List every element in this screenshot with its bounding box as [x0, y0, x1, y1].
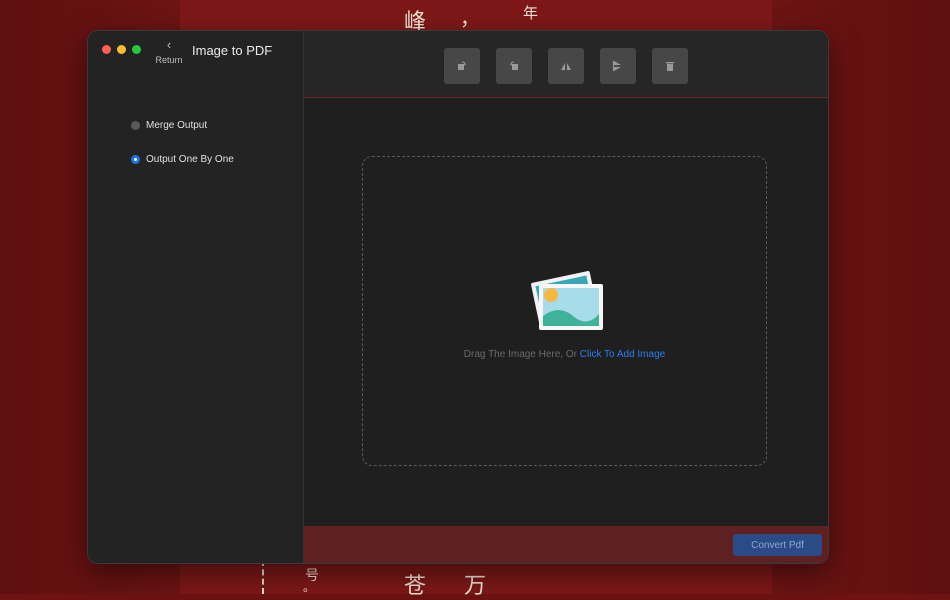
wallpaper-dotted-line: [262, 560, 264, 594]
rotate-right-icon: [510, 61, 518, 70]
window-controls: [102, 45, 141, 54]
wallpaper-char: 苍: [404, 574, 427, 599]
wallpaper-char: 万: [464, 574, 487, 599]
radio-button-merge-output[interactable]: [131, 121, 140, 130]
radio-button-output-one-by-one[interactable]: [131, 155, 140, 164]
app-window: ‹ Return Image to PDF Merge Output Outpu…: [88, 31, 828, 563]
rotate-left-icon: [458, 61, 466, 70]
main-content: Drag The Image Here, Or Click To Add Ima…: [304, 98, 828, 526]
rotate-right-button[interactable]: [496, 48, 532, 84]
output-one-by-one-label: Output One By One: [146, 154, 234, 165]
sidebar: ‹ Return Image to PDF Merge Output Outpu…: [88, 31, 304, 563]
close-window-button[interactable]: [102, 45, 111, 54]
flip-vertical-button[interactable]: [548, 48, 584, 84]
footer-bar: Convert Pdf: [304, 526, 828, 563]
wallpaper-char: ，: [460, 6, 480, 30]
flip-horizontal-button[interactable]: [600, 48, 636, 84]
minimize-window-button[interactable]: [117, 45, 126, 54]
delete-button[interactable]: [652, 48, 688, 84]
toolbar: [304, 31, 828, 98]
image-placeholder-icon: [531, 271, 603, 330]
merge-output-label: Merge Output: [146, 120, 208, 131]
click-to-add-image-link[interactable]: Click To Add Image: [580, 349, 665, 360]
wallpaper-char: 。: [303, 580, 316, 594]
trash-icon: [666, 62, 674, 71]
return-button[interactable]: ‹ Return: [154, 37, 184, 65]
return-label: Return: [155, 55, 183, 65]
drop-hint: Drag The Image Here, Or Click To Add Ima…: [363, 349, 766, 360]
flip-vertical-icon: [561, 63, 571, 70]
zoom-window-button[interactable]: [132, 45, 141, 54]
drop-hint-text: Drag The Image Here, Or: [463, 349, 580, 360]
flip-horizontal-icon: [613, 61, 621, 71]
merge-output-option[interactable]: Merge Output: [131, 120, 207, 131]
convert-pdf-button[interactable]: Convert Pdf: [733, 534, 822, 556]
wallpaper-char: 年: [523, 4, 539, 22]
output-one-by-one-option[interactable]: Output One By One: [131, 154, 234, 165]
app-title: Image to PDF: [192, 43, 273, 58]
rotate-left-button[interactable]: [444, 48, 480, 84]
image-drop-zone[interactable]: Drag The Image Here, Or Click To Add Ima…: [362, 156, 767, 466]
chevron-left-icon: ‹: [166, 37, 172, 52]
